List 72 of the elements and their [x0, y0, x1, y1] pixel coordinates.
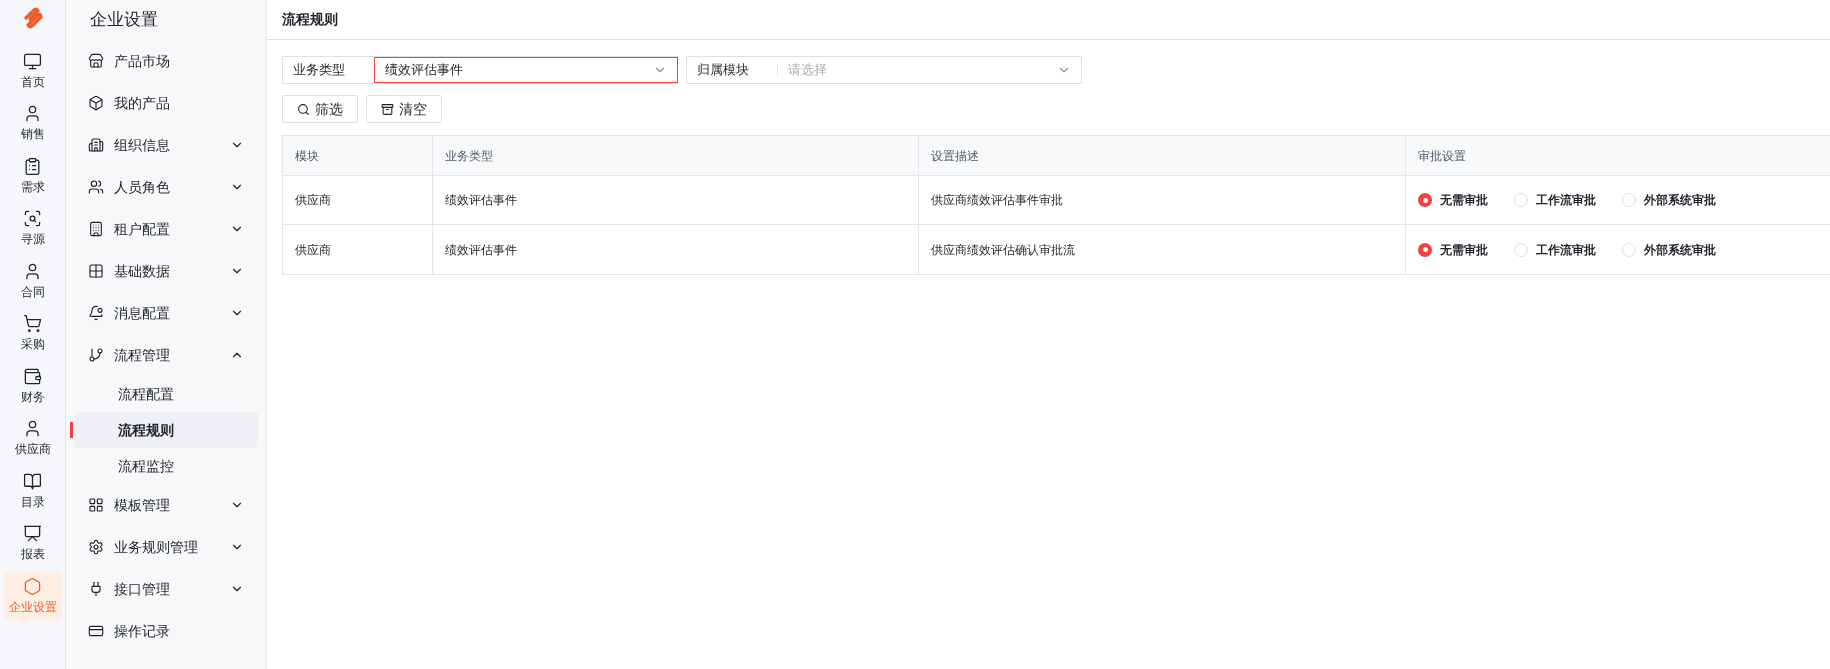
- grid-icon: [88, 497, 104, 513]
- bell-icon: [88, 305, 104, 321]
- approval-radio[interactable]: 工作流审批: [1514, 240, 1596, 259]
- person-icon: [23, 104, 42, 123]
- rail-item[interactable]: 合同: [3, 256, 62, 306]
- sidebar-subitem[interactable]: 流程配置: [74, 376, 258, 412]
- table-cell-text: 供应商: [295, 241, 331, 259]
- filter-button[interactable]: 筛选: [282, 95, 358, 123]
- approval-radio[interactable]: 外部系统审批: [1622, 191, 1716, 209]
- rail-item[interactable]: 首页: [3, 46, 62, 96]
- sidebar-title: 企业设置: [90, 9, 158, 32]
- search-icon: [23, 209, 42, 228]
- filter-select[interactable]: 归属模块 请选择: [686, 56, 1082, 84]
- column-header: 审批设置: [1418, 147, 1466, 165]
- building-icon: [88, 137, 104, 153]
- rail-item[interactable]: 销售: [3, 98, 62, 149]
- rail-item[interactable]: 寻源: [3, 203, 62, 254]
- person-icon: [23, 261, 42, 281]
- sidebar-item[interactable]: 接口管理: [74, 568, 258, 610]
- table-cell-text: 绩效评估事件: [445, 241, 517, 259]
- cart-icon: [23, 314, 42, 333]
- table-cell-text: 供应商绩效评估确认审批流: [931, 241, 1075, 259]
- person-icon: [23, 419, 42, 438]
- column-header: 业务类型: [445, 147, 493, 165]
- branch-icon: [88, 347, 104, 363]
- sidebar-item[interactable]: 消息配置: [74, 292, 258, 334]
- wallet-icon: [23, 366, 42, 386]
- rail-item[interactable]: 财务: [3, 361, 62, 411]
- column-header: 模块: [295, 147, 319, 165]
- page-title: 流程规则: [282, 10, 338, 29]
- basket-icon: [381, 102, 394, 116]
- rail-item[interactable]: 报表: [3, 518, 62, 569]
- filter-select[interactable]: 业务类型 绩效评估事件: [282, 56, 678, 84]
- sidebar-item[interactable]: 模板管理: [74, 484, 258, 526]
- rail-item[interactable]: 采购: [3, 308, 62, 359]
- sidebar-item[interactable]: 流程管理: [74, 334, 258, 376]
- hexagon-icon: [23, 576, 42, 596]
- clear-button[interactable]: 清空: [366, 95, 442, 123]
- sidebar-subitem[interactable]: 流程监控: [74, 448, 258, 484]
- plug-icon: [88, 581, 104, 597]
- rail-item[interactable]: 需求: [3, 151, 62, 201]
- rail-item[interactable]: 目录: [3, 466, 62, 516]
- sidebar-item[interactable]: 业务规则管理: [74, 526, 258, 568]
- sidebar-item[interactable]: 产品市场: [74, 40, 258, 82]
- monitor-icon: [23, 51, 42, 71]
- table-cell-text: 绩效评估事件: [445, 192, 517, 209]
- people-icon: [88, 179, 104, 195]
- rail-item[interactable]: 供应商: [3, 413, 62, 464]
- approval-radio[interactable]: 工作流审批: [1514, 191, 1596, 209]
- sidebar-item[interactable]: 租户配置: [74, 208, 258, 250]
- sidebar-item[interactable]: 我的产品: [74, 82, 258, 124]
- sidebar-subitem[interactable]: 流程规则: [74, 412, 258, 448]
- store-icon: [88, 53, 104, 69]
- cube-icon: [88, 95, 104, 111]
- active-indicator: [70, 422, 73, 438]
- search-icon: [297, 102, 310, 116]
- settings-icon: [88, 539, 104, 555]
- presentation-icon: [23, 524, 42, 543]
- sidebar-item[interactable]: 操作记录: [74, 610, 258, 652]
- book-icon: [23, 471, 42, 491]
- sidebar-item[interactable]: 组织信息: [74, 124, 258, 166]
- table-cell-text: 供应商绩效评估事件审批: [931, 192, 1063, 209]
- card-icon: [88, 623, 104, 639]
- building-icon: [88, 221, 104, 237]
- sidebar-item[interactable]: 基础数据: [74, 250, 258, 292]
- column-header: 设置描述: [931, 147, 979, 165]
- table-cell-text: 供应商: [295, 192, 331, 209]
- approval-radio[interactable]: 外部系统审批: [1622, 240, 1716, 259]
- approval-radio[interactable]: 无需审批: [1418, 191, 1488, 209]
- sidebar-item[interactable]: 人员角色: [74, 166, 258, 208]
- clipboard-icon: [23, 156, 42, 176]
- approval-radio[interactable]: 无需审批: [1418, 240, 1488, 259]
